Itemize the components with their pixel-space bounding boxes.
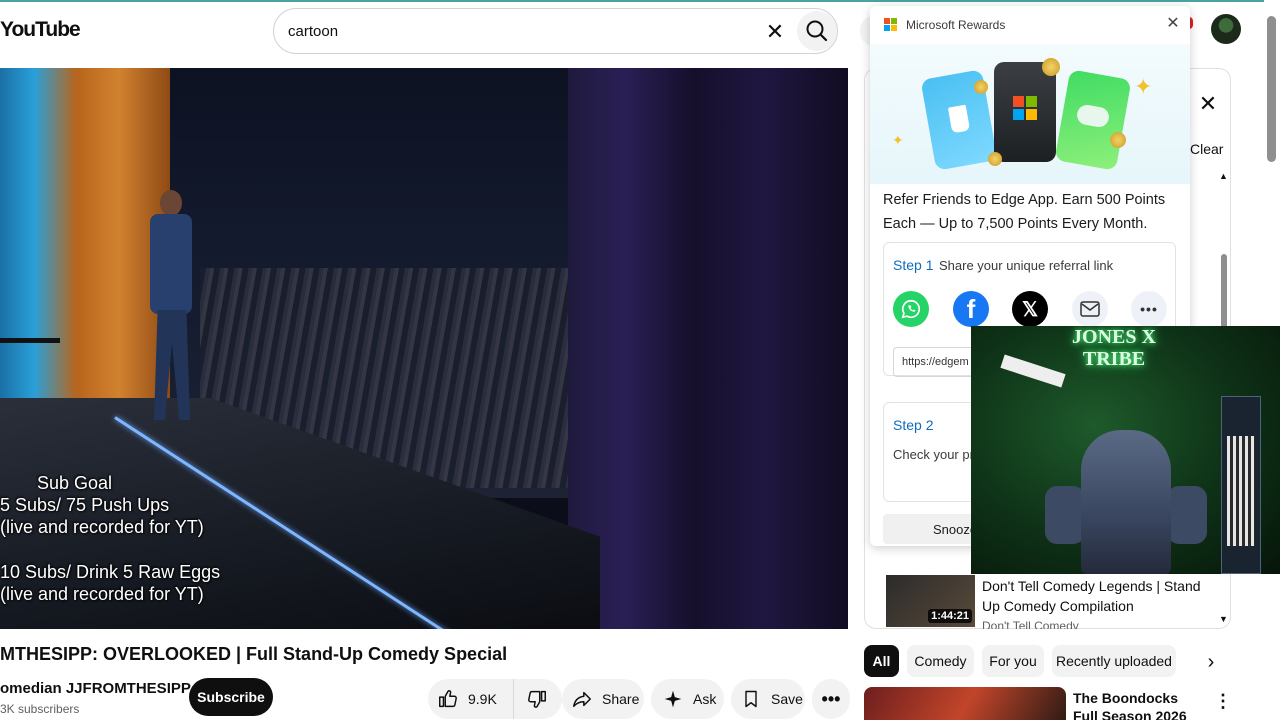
search-box[interactable]: ✕ [273, 8, 838, 54]
more-horizontal-icon[interactable]: ••• [1131, 291, 1167, 327]
chip-for-you[interactable]: For you [982, 645, 1044, 677]
youtube-logo[interactable]: YouTube [0, 18, 81, 42]
rewards-message: Refer Friends to Edge App. Earn 500 Poin… [883, 192, 1166, 232]
like-dislike-group: 9.9K [428, 679, 562, 719]
overlay-goal-title: Sub Goal [37, 473, 113, 493]
sparkle-icon: ✦ [892, 132, 904, 148]
more-horizontal-icon: ••• [821, 688, 841, 709]
overlay-goal-2: 10 Subs/ Drink 5 Raw Eggs [0, 562, 221, 582]
chevron-right-icon[interactable]: › [1199, 650, 1223, 674]
email-icon[interactable] [1072, 291, 1108, 327]
clear-button[interactable]: Clear [1190, 141, 1223, 157]
panel-scroll-down-icon[interactable]: ▼ [1219, 614, 1228, 624]
coin-icon [974, 80, 988, 94]
close-panel-icon[interactable]: ✕ [1196, 92, 1220, 116]
share-button[interactable]: Share [562, 679, 644, 719]
chip-all[interactable]: All [864, 645, 899, 677]
step-1-label: Step 1 [893, 257, 934, 273]
overlay-goal-1-note: (live and recorded for YT) [0, 517, 204, 537]
x-twitter-icon[interactable]: 𝕏 [1012, 291, 1048, 327]
ask-label: Ask [693, 691, 717, 707]
thumbs-up-icon [436, 687, 460, 711]
current-item-thumbnail[interactable]: 1:44:21 [886, 575, 975, 627]
step-2-label: Step 2 [893, 417, 934, 433]
microsoft-logo-icon [884, 18, 897, 31]
current-item-title[interactable]: Don't Tell Comedy Legends | Stand Up Com… [982, 576, 1212, 616]
avatar[interactable] [1211, 14, 1241, 44]
facebook-icon[interactable]: f [953, 291, 989, 327]
panel-scrollbar-thumb[interactable] [1221, 254, 1227, 328]
subscribe-button[interactable]: Subscribe [189, 678, 273, 716]
like-count: 9.9K [468, 691, 497, 707]
street-sign-decor [1000, 354, 1066, 388]
whatsapp-icon[interactable] [893, 291, 929, 327]
dislike-button[interactable] [514, 687, 560, 711]
rewards-header: Microsoft Rewards ✕ [870, 6, 1190, 44]
chair-armrest-left [1045, 486, 1085, 544]
neon-sign-text: JONES X TRIBE [1072, 326, 1156, 370]
more-actions-button[interactable]: ••• [812, 679, 850, 719]
current-item-duration: 1:44:21 [928, 609, 972, 623]
step-1-description: Share your unique referral link [939, 258, 1114, 273]
rewards-hero-illustration: ✦ ✦ [870, 44, 1190, 184]
flag-decor [1227, 436, 1255, 546]
video-player[interactable]: Sub Goal 5 Subs/ 75 Push Ups (live and r… [0, 68, 848, 629]
video-scene-performer [150, 190, 210, 440]
recommendation-thumbnail[interactable] [864, 687, 1066, 720]
save-button[interactable]: Save [731, 679, 805, 719]
scrollbar-thumb[interactable] [1267, 16, 1276, 162]
close-icon[interactable]: ✕ [1164, 15, 1182, 33]
coin-icon [988, 152, 1002, 166]
recommendation-title[interactable]: The Boondocks Full Season 2026 Full [1073, 689, 1203, 720]
bookmark-icon [739, 687, 763, 711]
channel-name[interactable]: omedian JJFROMTHESIPP [0, 680, 191, 697]
sparkle-icon [661, 687, 685, 711]
current-item-channel[interactable]: Don't Tell Comedy [982, 619, 1079, 629]
search-icon [806, 20, 828, 42]
chip-recently-uploaded[interactable]: Recently uploaded [1052, 645, 1176, 677]
chair-armrest-right [1167, 486, 1207, 544]
ask-button[interactable]: Ask [651, 679, 724, 719]
thumbs-down-icon [525, 687, 549, 711]
overlay-goal-2-note: (live and recorded for YT) [0, 584, 204, 604]
like-button[interactable]: 9.9K [428, 679, 514, 719]
panel-scroll-up-icon[interactable]: ▲ [1219, 171, 1228, 181]
share-label: Share [602, 691, 640, 707]
sparkle-icon: ✦ [1134, 74, 1153, 99]
microsoft-card-logo-icon [1013, 96, 1037, 120]
video-scene-stool [0, 338, 60, 448]
video-title: MTHESIPP: OVERLOOKED | Full Stand-Up Com… [0, 644, 508, 664]
overlay-goal-1: 5 Subs/ 75 Push Ups [0, 495, 170, 515]
video-scene-curtain-right [568, 68, 848, 629]
share-arrow-icon [570, 687, 594, 711]
chip-comedy[interactable]: Comedy [907, 645, 974, 677]
search-input[interactable] [288, 19, 748, 43]
gaming-chair [1081, 430, 1171, 574]
more-vertical-icon[interactable]: ⋮ [1214, 690, 1232, 712]
webcam-overlay: JONES X TRIBE [971, 326, 1280, 574]
subscriber-count: 3K subscribers [0, 702, 80, 716]
clear-search-icon[interactable]: ✕ [762, 19, 788, 45]
rewards-title: Microsoft Rewards [906, 18, 1006, 32]
coin-icon [1110, 132, 1126, 148]
coin-icon [1042, 58, 1060, 76]
search-button[interactable] [797, 11, 837, 51]
save-label: Save [771, 691, 803, 707]
